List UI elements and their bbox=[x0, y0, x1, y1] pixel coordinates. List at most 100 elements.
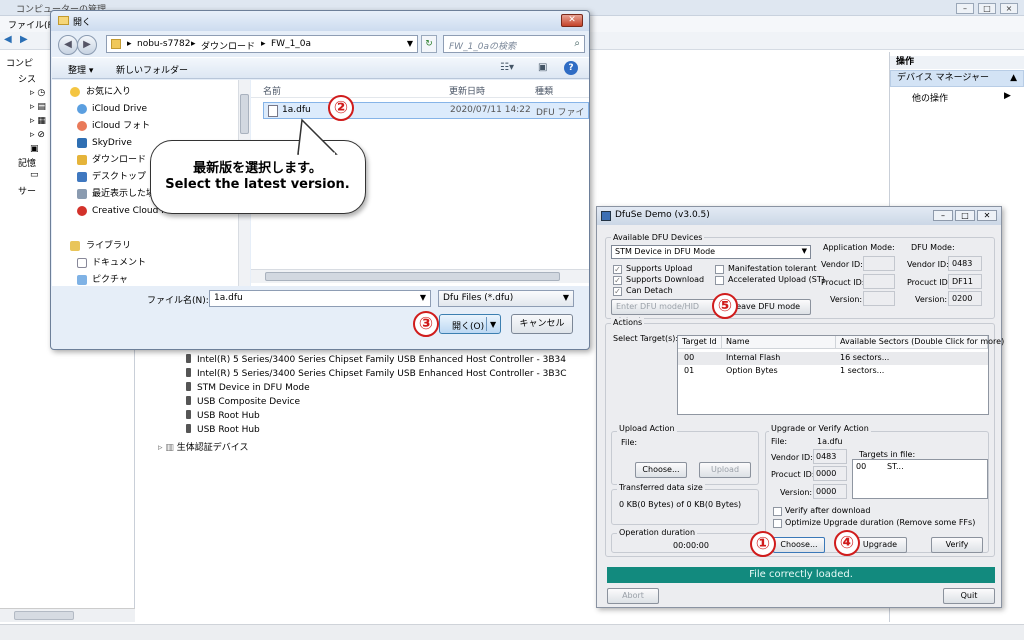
back-button[interactable]: ◀ bbox=[58, 35, 78, 55]
filename-input[interactable]: 1a.dfu ▼ bbox=[209, 290, 431, 307]
filetype-select[interactable]: Dfu Files (*.dfu) ▼ bbox=[438, 290, 574, 307]
column-name[interactable]: 名前 bbox=[263, 84, 281, 97]
file-row[interactable]: 1a.dfu 2020/07/11 14:22 DFU ファイ bbox=[263, 102, 589, 119]
file-scrollbar[interactable] bbox=[251, 269, 589, 283]
verify-after-checkbox[interactable] bbox=[773, 507, 782, 516]
tree-scrollbar[interactable] bbox=[0, 608, 135, 622]
tree-item-computer[interactable]: コンピ bbox=[6, 56, 33, 69]
nav-item[interactable]: ドキュメント bbox=[52, 255, 240, 271]
close-icon[interactable]: × bbox=[1000, 3, 1018, 14]
close-button[interactable]: ✕ bbox=[561, 14, 583, 27]
enter-dfu-button[interactable]: Enter DFU mode/HID detach bbox=[611, 299, 719, 325]
scroll-thumb[interactable] bbox=[265, 272, 560, 281]
chevron-down-icon[interactable]: ▼ bbox=[802, 247, 807, 255]
maximize-icon[interactable]: □ bbox=[978, 3, 996, 14]
breadcrumb-folder[interactable]: FW_1_0a bbox=[271, 39, 311, 49]
menu-file[interactable]: ファイル(F bbox=[8, 18, 53, 31]
dfuse-title-bar: DfuSe Demo (v3.0.5) – □ ✕ bbox=[597, 207, 1001, 225]
tree-sub-icon[interactable]: ▹ ◷ bbox=[30, 88, 45, 98]
target-list[interactable]: Target Id Name Available Sectors (Double… bbox=[677, 335, 1004, 415]
bg-status-bar bbox=[0, 624, 1024, 640]
tree-item-system[interactable]: シス bbox=[18, 72, 36, 85]
device-item[interactable]: USB Composite Device bbox=[186, 396, 300, 407]
maximize-icon[interactable]: □ bbox=[955, 210, 975, 221]
filetype-value: Dfu Files (*.dfu) bbox=[443, 293, 514, 303]
abort-button[interactable]: Abort bbox=[607, 588, 659, 604]
targets-in-file-label: Targets in file: bbox=[859, 450, 916, 459]
scroll-thumb[interactable] bbox=[14, 611, 74, 620]
forward-arrow-icon[interactable]: ▶ bbox=[20, 34, 34, 47]
minimize-icon[interactable]: – bbox=[956, 3, 974, 14]
new-folder-button[interactable]: 新しいフォルダー bbox=[116, 63, 188, 76]
chevron-down-icon[interactable]: ▼ bbox=[490, 320, 496, 329]
callout-text-en: Select the latest version. bbox=[165, 177, 350, 192]
callout-tail bbox=[297, 118, 338, 156]
verify-button[interactable]: Verify bbox=[931, 537, 983, 553]
cancel-button[interactable]: キャンセル bbox=[511, 314, 573, 334]
back-arrow-icon[interactable]: ◀ bbox=[4, 34, 18, 47]
column-type[interactable]: 種類 bbox=[535, 84, 553, 97]
nav-libraries[interactable]: ライブラリ bbox=[52, 238, 240, 254]
target-col-sectors[interactable]: Available Sectors (Double Click for more… bbox=[836, 336, 1004, 349]
nav-item[interactable]: iCloud Drive bbox=[52, 101, 240, 117]
upgrade-product-field: 0000 bbox=[813, 466, 847, 481]
device-item[interactable]: USB Root Hub bbox=[186, 424, 260, 435]
view-icon[interactable]: ☷▾ bbox=[500, 62, 514, 73]
refresh-button[interactable]: ↻ bbox=[421, 35, 437, 53]
scroll-thumb[interactable] bbox=[240, 94, 249, 134]
close-icon[interactable]: ✕ bbox=[977, 210, 997, 221]
select-targets-label: Select Target(s): bbox=[613, 334, 679, 343]
device-item[interactable]: STM Device in DFU Mode bbox=[186, 382, 310, 393]
actions-device-manager[interactable]: デバイス マネージャー ▲ bbox=[890, 70, 1024, 87]
device-item[interactable]: Intel(R) 5 Series/3400 Series Chipset Fa… bbox=[186, 354, 566, 365]
column-date[interactable]: 更新日時 bbox=[449, 84, 485, 97]
nav-favorites[interactable]: お気に入り bbox=[52, 84, 240, 100]
search-icon[interactable]: ⌕ bbox=[574, 38, 580, 49]
forward-button[interactable]: ▶ bbox=[77, 35, 97, 55]
target-row[interactable]: 00 Internal Flash 16 sectors... bbox=[678, 352, 988, 365]
chevron-down-icon[interactable]: ▼ bbox=[407, 39, 413, 48]
breadcrumb-downloads[interactable]: ダウンロード bbox=[201, 39, 255, 52]
search-input[interactable]: FW_1_0aの検索 ⌕ bbox=[443, 35, 585, 53]
targets-in-file-list[interactable]: 00 ST... bbox=[852, 459, 988, 499]
dfu-version-label: Version: bbox=[915, 295, 948, 304]
upgrade-label: Upgrade or Verify Action bbox=[769, 424, 871, 433]
upload-button[interactable]: Upload bbox=[699, 462, 751, 478]
quit-button[interactable]: Quit bbox=[943, 588, 995, 604]
preview-pane-icon[interactable]: ▣ bbox=[538, 62, 547, 73]
actions-other[interactable]: 他の操作 ▶ bbox=[912, 91, 1011, 104]
nav-item[interactable]: ピクチャ bbox=[52, 272, 240, 286]
choose-button[interactable]: Choose... bbox=[773, 537, 825, 553]
cloud-icon bbox=[77, 104, 87, 114]
tree-item-services[interactable]: サー bbox=[18, 184, 36, 197]
optimize-checkbox[interactable] bbox=[773, 519, 782, 528]
open-button[interactable]: 開く(O) ▼ bbox=[439, 314, 501, 334]
tree-sub-icon[interactable]: ▭ bbox=[30, 170, 39, 180]
tree-item-storage[interactable]: 記憶 bbox=[18, 156, 36, 169]
target-col-id[interactable]: Target Id bbox=[678, 336, 722, 349]
can-detach-label: Can Detach bbox=[626, 286, 673, 295]
target-col-name[interactable]: Name bbox=[722, 336, 836, 349]
target-row[interactable]: 01 Option Bytes 1 sectors... bbox=[678, 365, 988, 378]
device-category-biometric[interactable]: ▹ ▥ 生体認証デバイス bbox=[158, 440, 248, 453]
nav-item[interactable]: iCloud フォト bbox=[52, 118, 240, 134]
device-item[interactable]: USB Root Hub bbox=[186, 410, 260, 421]
breadcrumb-sep: ▸ bbox=[261, 39, 266, 49]
chevron-down-icon[interactable]: ▼ bbox=[420, 293, 426, 302]
breadcrumb-user[interactable]: nobu-s7782 bbox=[137, 39, 190, 49]
chevron-down-icon[interactable]: ▼ bbox=[563, 293, 569, 302]
upload-choose-button[interactable]: Choose... bbox=[635, 462, 687, 478]
tree-sub-icon[interactable]: ▹ ⊘ bbox=[30, 130, 45, 140]
dfu-product-label: Procuct ID: bbox=[907, 278, 951, 287]
tree-sub-icon[interactable]: ▹ ▤ bbox=[30, 102, 46, 112]
minimize-icon[interactable]: – bbox=[933, 210, 953, 221]
upgrade-button[interactable]: Upgrade bbox=[853, 537, 907, 553]
organize-button[interactable]: 整理 ▾ bbox=[68, 63, 93, 76]
tree-sub-icon[interactable]: ▹ ▦ bbox=[30, 116, 46, 126]
search-placeholder: FW_1_0aの検索 bbox=[449, 42, 517, 52]
device-item[interactable]: Intel(R) 5 Series/3400 Series Chipset Fa… bbox=[186, 368, 567, 379]
address-bar[interactable]: ▸ nobu-s7782 ▸ ダウンロード ▸ FW_1_0a ▼ bbox=[106, 35, 418, 53]
help-icon[interactable]: ? bbox=[564, 61, 578, 75]
tree-sub-icon[interactable]: ▣ bbox=[30, 144, 39, 154]
device-select[interactable]: STM Device in DFU Mode ▼ bbox=[611, 245, 811, 259]
